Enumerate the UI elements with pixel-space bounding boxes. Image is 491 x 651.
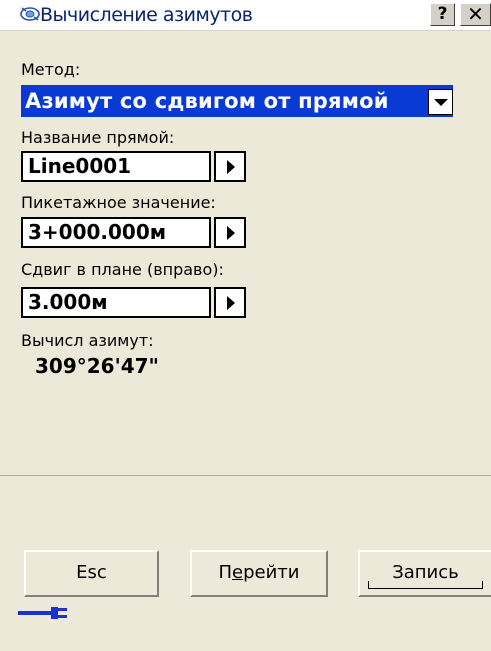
arrow-right-icon [227, 296, 235, 310]
esc-button[interactable]: Esc [24, 550, 159, 597]
save-button-label: Запись [392, 562, 459, 583]
save-underline [368, 588, 483, 589]
offset-value: 3.000м [28, 290, 108, 314]
goto-button[interactable]: Перейти [190, 550, 328, 597]
save-tick-left [368, 581, 369, 589]
title-bar: Вычисление азимутов ? ✕ [0, 0, 491, 31]
divider [0, 475, 491, 476]
window-title: Вычисление азимутов [40, 4, 253, 26]
power-plug-icon [18, 607, 67, 619]
offset-label: Сдвиг в плане (вправо): [21, 260, 224, 279]
goto-label-accel: е [232, 562, 244, 583]
offset-arrow-button[interactable] [214, 287, 246, 318]
method-label: Метод: [21, 60, 81, 79]
method-select[interactable]: Азимут со сдвигом от прямой [21, 85, 453, 117]
offset-field[interactable]: 3.000м [21, 287, 211, 318]
station-arrow-button[interactable] [214, 217, 246, 248]
method-dropdown-button[interactable] [428, 89, 453, 115]
satellite-icon [20, 7, 40, 21]
arrow-right-icon [227, 160, 235, 174]
arrow-right-icon [227, 226, 235, 240]
station-field[interactable]: 3+000.000м [21, 217, 211, 248]
station-value: 3+000.000м [28, 220, 167, 244]
line-name-value: Line0001 [28, 154, 132, 178]
line-name-label: Название прямой: [21, 128, 175, 147]
station-label: Пикетажное значение: [21, 193, 216, 212]
chevron-down-icon [434, 99, 448, 106]
line-name-field[interactable]: Line0001 [21, 151, 211, 182]
save-tick-right [482, 581, 483, 589]
save-button[interactable]: Запись [358, 550, 491, 597]
help-button[interactable]: ? [430, 3, 455, 26]
method-value: Азимут со сдвигом от прямой [25, 89, 389, 113]
goto-label-post: рейти [243, 562, 300, 583]
line-name-arrow-button[interactable] [214, 151, 246, 182]
close-button[interactable]: ✕ [460, 3, 491, 26]
azimuth-value: 309°26'47" [35, 354, 159, 378]
goto-label-pre: П [218, 562, 233, 583]
azimuth-label: Вычисл азимут: [21, 331, 154, 350]
